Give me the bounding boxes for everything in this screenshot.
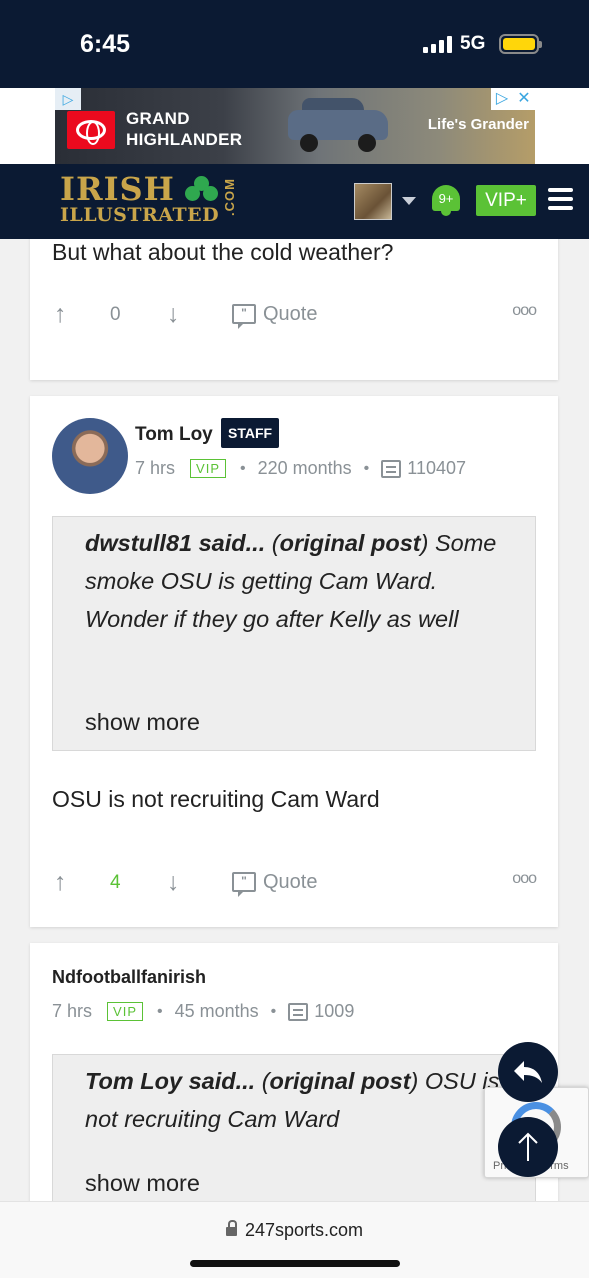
quote-button[interactable]: Quote [263, 303, 317, 326]
ad-tagline: Life's Grander [427, 116, 529, 133]
ad-banner[interactable]: ▷ GRAND HIGHLANDER Life's Grander ▷ ✕ [0, 88, 589, 164]
chevron-down-icon[interactable] [402, 197, 416, 205]
show-more-button[interactable]: show more [85, 709, 200, 736]
logo-line2: ILLUSTRATED [60, 204, 220, 226]
quote-author[interactable]: Tom Loy said... [85, 1068, 255, 1094]
signal-icon [423, 35, 452, 53]
lock-icon [225, 1220, 237, 1236]
ad-info-icon[interactable]: ▷ [491, 88, 513, 110]
posts-count-icon [381, 459, 402, 478]
post-card: Tom Loy STAFF 7 hrs VIP • 220 months • 1… [30, 396, 558, 927]
post-meta: 7 hrs VIP • 45 months • 1009 [52, 1001, 355, 1021]
post-actions: ↑ 4 ↓ " Quote ooo [52, 868, 537, 898]
logo-dotcom: .COM [222, 178, 237, 216]
vip-badge: VIP [190, 459, 226, 478]
url-text[interactable]: 247sports.com [245, 1220, 363, 1240]
post-count: 110407 [407, 458, 467, 478]
post-card: But what about the cold weather? ↑ 0 ↓ "… [30, 239, 558, 380]
car-image [288, 96, 388, 154]
hamburger-menu-icon[interactable] [548, 188, 573, 210]
post-count: 1009 [314, 1001, 355, 1021]
more-options-icon[interactable]: ooo [512, 302, 537, 320]
post-body: But what about the cold weather? [52, 239, 394, 265]
quoted-post: dwstull81 said... (original post) Some s… [52, 516, 536, 751]
member-tenure: 220 months [257, 458, 352, 478]
original-post-link[interactable]: original post [270, 1068, 411, 1094]
post-time: 7 hrs [52, 1001, 93, 1021]
post-card: Ndfootballfanirish 7 hrs VIP • 45 months… [30, 943, 558, 1201]
reply-button[interactable] [498, 1042, 558, 1102]
vip-plus-button[interactable]: VIP+ [476, 185, 536, 216]
post-time: 7 hrs [135, 458, 176, 478]
vip-badge: VIP [107, 1002, 143, 1021]
vote-count: 4 [110, 872, 121, 893]
quoted-post: Tom Loy said... (original post) OSU is n… [52, 1054, 536, 1201]
downvote-arrow-icon[interactable]: ↓ [167, 300, 180, 329]
ad-model-name: GRAND HIGHLANDER [126, 109, 243, 149]
post-actions: ↑ 0 ↓ " Quote ooo [52, 300, 537, 330]
user-avatar[interactable] [354, 183, 392, 220]
home-indicator[interactable] [190, 1260, 400, 1267]
scroll-to-top-button[interactable] [498, 1117, 558, 1177]
original-post-link[interactable]: original post [280, 530, 421, 556]
post-author[interactable]: Tom Loy [135, 424, 213, 446]
battery-icon [499, 34, 542, 54]
vote-count: 0 [110, 304, 121, 325]
show-more-button[interactable]: show more [85, 1170, 200, 1197]
notifications-bell-icon[interactable]: 9+ [430, 183, 462, 217]
more-options-icon[interactable]: ooo [512, 870, 537, 888]
close-icon[interactable]: ✕ [513, 88, 535, 110]
posts-count-icon [288, 1002, 309, 1021]
browser-url-bar[interactable]: 247sports.com [0, 1201, 589, 1278]
network-type: 5G [460, 33, 486, 54]
quote-button[interactable]: Quote [263, 871, 317, 894]
adchoices-icon[interactable]: ▷ [55, 88, 81, 110]
staff-badge: STAFF [221, 418, 280, 448]
post-meta: 7 hrs VIP • 220 months • 110407 [135, 458, 467, 478]
status-time: 6:45 [80, 30, 131, 58]
quote-icon[interactable]: " [232, 872, 256, 897]
quote-author[interactable]: dwstull81 said... [85, 530, 265, 556]
upvote-arrow-icon[interactable]: ↑ [54, 868, 67, 897]
shamrock-icon [185, 176, 219, 206]
status-bar: 6:45 5G [0, 0, 589, 88]
toyota-logo [67, 111, 115, 149]
member-tenure: 45 months [174, 1001, 259, 1021]
downvote-arrow-icon[interactable]: ↓ [167, 868, 180, 897]
site-logo[interactable]: IRISH ILLUSTRATED .COM [60, 173, 237, 226]
arrow-up-icon [518, 1132, 538, 1161]
reply-arrow-icon [514, 1061, 542, 1083]
quote-icon[interactable]: " [232, 304, 256, 329]
post-author[interactable]: Ndfootballfanirish [52, 967, 206, 988]
avatar[interactable] [52, 418, 128, 494]
post-body: OSU is not recruiting Cam Ward [52, 786, 380, 812]
notification-count: 9+ [438, 191, 454, 206]
upvote-arrow-icon[interactable]: ↑ [54, 300, 67, 329]
